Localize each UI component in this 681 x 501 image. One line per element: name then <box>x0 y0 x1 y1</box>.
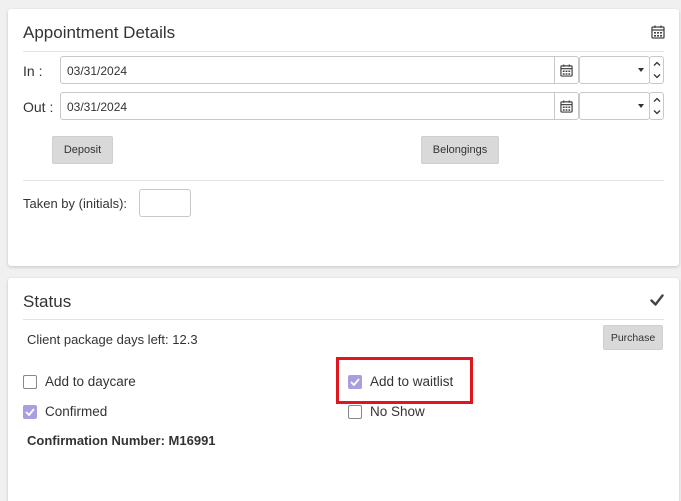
chevron-down-icon <box>653 110 660 115</box>
chevron-down-icon <box>653 74 660 79</box>
calendar-icon <box>560 63 573 77</box>
checkmark-icon <box>25 407 35 416</box>
taken-by-input[interactable] <box>139 189 191 217</box>
in-time-spinner[interactable] <box>649 56 664 84</box>
chevron-down-icon <box>638 68 644 72</box>
checkmark-icon[interactable] <box>650 293 664 307</box>
daycare-checkbox[interactable] <box>23 374 37 389</box>
out-time-spinner[interactable] <box>649 92 664 120</box>
no-show-label: No Show <box>370 404 425 419</box>
out-date-picker-button[interactable] <box>554 93 578 119</box>
out-date-input[interactable]: 03/31/2024 <box>60 92 579 120</box>
spin-up-button[interactable] <box>650 93 663 106</box>
appointment-details-panel: Appointment Details In : 03/31/2024 Out … <box>8 9 679 266</box>
confirmed-checkbox[interactable] <box>23 404 37 419</box>
no-show-checkbox-row[interactable]: No Show <box>348 404 425 419</box>
chevron-up-icon <box>653 61 660 66</box>
status-panel: Status Client package days left: 12.3 Pu… <box>8 278 679 501</box>
out-date-value: 03/31/2024 <box>67 100 128 114</box>
no-show-checkbox[interactable] <box>348 404 362 419</box>
spin-down-button[interactable] <box>650 106 663 119</box>
daycare-label: Add to daycare <box>45 374 136 389</box>
out-time-select[interactable] <box>579 92 650 120</box>
purchase-button[interactable]: Purchase <box>603 325 663 350</box>
confirmed-label: Confirmed <box>45 404 108 419</box>
status-divider <box>23 319 664 320</box>
status-title: Status <box>23 292 72 311</box>
chevron-down-icon <box>638 104 644 108</box>
calendar-icon[interactable] <box>651 25 665 39</box>
calendar-icon <box>560 99 573 113</box>
in-label: In : <box>23 63 43 79</box>
in-date-value: 03/31/2024 <box>67 64 128 78</box>
spin-down-button[interactable] <box>650 70 663 83</box>
confirmed-checkbox-row[interactable]: Confirmed <box>23 404 107 419</box>
waitlist-highlight-box <box>336 357 473 404</box>
package-days-text: Client package days left: 12.3 <box>27 332 198 347</box>
confirmation-number: Confirmation Number: M16991 <box>27 433 216 448</box>
in-date-input[interactable]: 03/31/2024 <box>60 56 579 84</box>
appointment-details-title: Appointment Details <box>23 23 176 42</box>
belongings-button[interactable]: Belongings <box>421 136 499 164</box>
section-divider <box>23 180 664 181</box>
title-divider <box>23 51 664 52</box>
deposit-button[interactable]: Deposit <box>52 136 113 164</box>
in-time-select[interactable] <box>579 56 650 84</box>
daycare-checkbox-row[interactable]: Add to daycare <box>23 374 136 389</box>
out-label: Out : <box>23 99 54 115</box>
taken-by-label: Taken by (initials): <box>23 196 128 211</box>
in-date-picker-button[interactable] <box>554 57 578 83</box>
spin-up-button[interactable] <box>650 57 663 70</box>
chevron-up-icon <box>653 97 660 102</box>
